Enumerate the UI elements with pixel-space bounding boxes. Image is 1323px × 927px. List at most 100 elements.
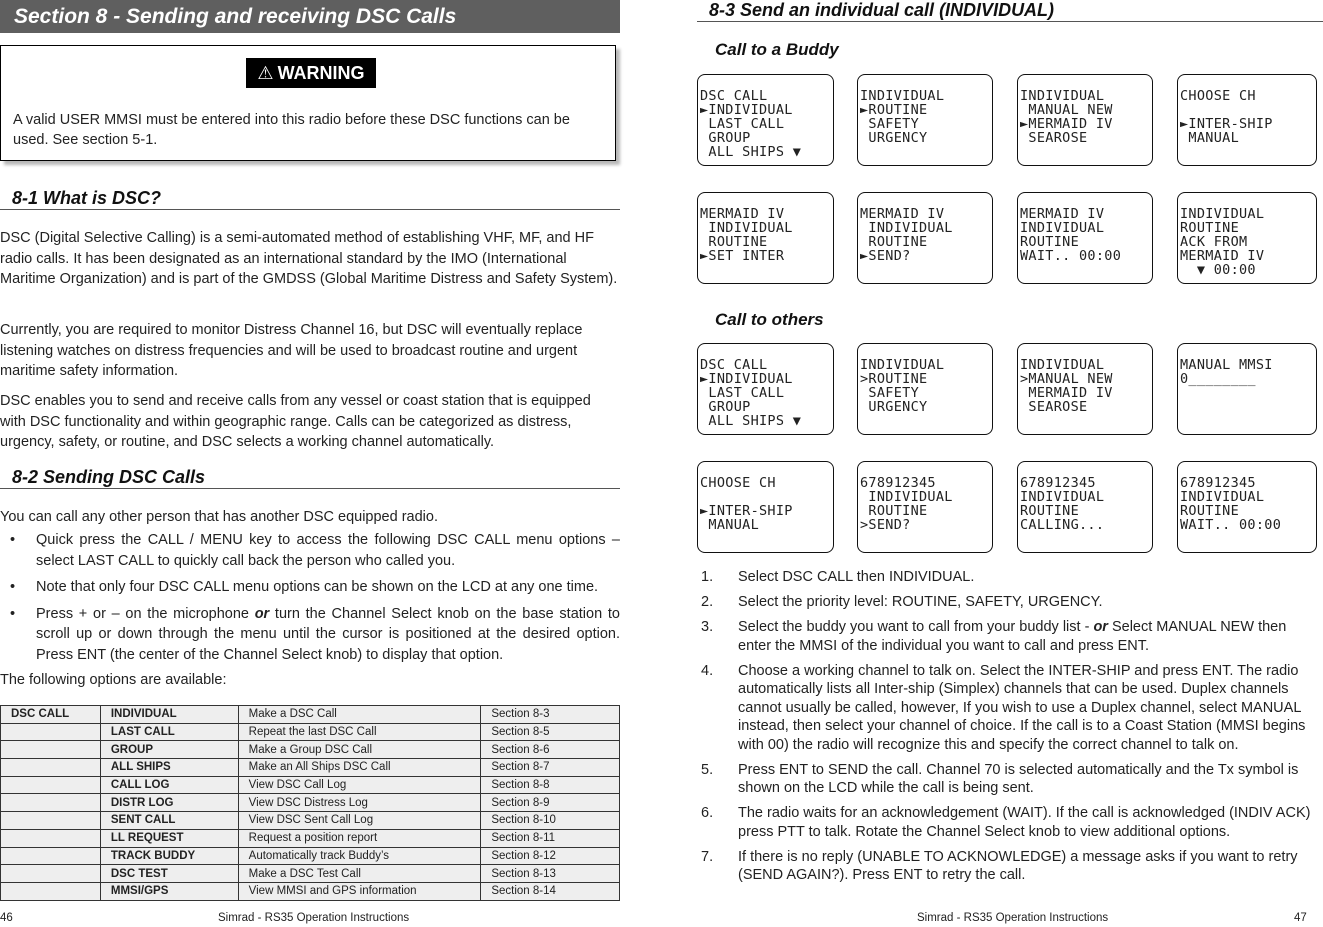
option-cell: DSC TEST xyxy=(99,864,239,883)
menu-cell xyxy=(0,864,101,883)
table-row: CALL LOG View DSC Call Log Section 8-8 xyxy=(0,775,620,795)
lcd-line: MERMAID IV xyxy=(1020,385,1113,401)
lcd-screen: MANUAL MMSI 0________ xyxy=(1177,343,1317,435)
warning-text: A valid USER MMSI must be entered into t… xyxy=(13,112,570,148)
bullet-list: • Quick press the CALL / MENU key to acce… xyxy=(0,530,620,671)
menu-cell xyxy=(0,811,101,830)
lcd-line: MANUAL MMSI xyxy=(1180,357,1273,373)
lcd-line: MANUAL xyxy=(1180,130,1239,146)
options-table: DSC CALL INDIVIDUAL Make a DSC Call Section… xyxy=(0,705,620,901)
lcd-line: 0________ xyxy=(1180,371,1256,387)
lcd-line: ACK FROM xyxy=(1180,234,1248,250)
description-cell: View DSC Sent Call Log xyxy=(237,811,482,830)
lcd-line: >SEND? xyxy=(860,517,911,533)
warning-label: WARNING xyxy=(277,63,365,83)
heading-8-3: 8-3 Send an individual call (INDIVIDUAL) xyxy=(697,0,1323,22)
bullet-item: • Quick press the CALL / MENU key to acce… xyxy=(10,532,620,569)
lcd-line: INDIVIDUAL xyxy=(1020,489,1105,505)
step-text: Select the priority level: ROUTINE, SAFE… xyxy=(738,594,1103,610)
lcd-screen: INDIVIDUAL >MANUAL NEW MERMAID IV SEAROSE xyxy=(1017,343,1153,435)
step-item: 4. Choose a working channel to talk on. S… xyxy=(697,662,1323,755)
lcd-line: MERMAID IV xyxy=(700,206,785,222)
step-number: 1. xyxy=(701,569,714,585)
lcd-screen: MERMAID IV INDIVIDUAL ROUTINE ►SET INTER xyxy=(697,192,834,284)
option-cell: SENT CALL xyxy=(99,811,239,830)
step-number: 6. xyxy=(701,805,714,821)
lcd-line: ►INDIVIDUAL xyxy=(700,102,793,118)
menu-cell xyxy=(0,775,101,795)
lcd-line: ROUTINE xyxy=(1020,503,1079,519)
lcd-line: 678912345 xyxy=(1180,475,1256,491)
page-number: 47 xyxy=(1294,912,1307,924)
option-cell: INDIVIDUAL xyxy=(99,705,239,724)
warning-badge: ⚠ WARNING xyxy=(246,58,376,88)
left-page: Section 8 - Sending and receiving DSC Ca… xyxy=(0,0,620,927)
step-number: 7. xyxy=(701,848,714,865)
paragraph: Currently, you are required to monitor D… xyxy=(0,322,583,379)
lcd-line: MERMAID IV xyxy=(1180,248,1265,264)
options-intro: The following options are available: xyxy=(0,672,227,688)
lcd-line: DSC CALL xyxy=(700,357,768,373)
lcd-screen: DSC CALL ►INDIVIDUAL LAST CALL GROUP ALL … xyxy=(697,74,834,166)
lcd-line: LAST CALL xyxy=(700,116,785,132)
lcd-line: INDIVIDUAL xyxy=(860,357,945,373)
lcd-line: ROUTINE xyxy=(1180,220,1239,236)
table-row: DSC TEST Make a DSC Test Call Section 8-13 xyxy=(0,864,620,883)
lcd-line: MANUAL xyxy=(700,517,759,533)
step-text-pre: Select the buddy you want to call from y… xyxy=(738,619,1094,635)
section-title: Section 8 - Sending and receiving DSC Ca… xyxy=(0,0,620,33)
lcd-screen: INDIVIDUAL >ROUTINE SAFETY URGENCY xyxy=(857,343,993,435)
heading-8-1: 8-1 What is DSC? xyxy=(0,187,620,210)
lcd-line: INDIVIDUAL xyxy=(860,489,953,505)
paragraph: DSC enables you to send and receive call… xyxy=(0,393,591,450)
option-cell: TRACK BUDDY xyxy=(99,846,239,866)
lcd-line: 678912345 xyxy=(860,475,936,491)
lcd-line: ROUTINE xyxy=(860,234,928,250)
call-to-others-heading: Call to others xyxy=(715,310,824,329)
sending-intro: You can call any other person that has a… xyxy=(0,509,438,525)
menu-cell: DSC CALL xyxy=(0,705,101,724)
lcd-line: >MANUAL NEW xyxy=(1020,371,1113,387)
description-cell: Make an All Ships DSC Call xyxy=(237,758,482,777)
lcd-line: INDIVIDUAL xyxy=(1020,220,1105,236)
table-row: DISTR LOG View DSC Distress Log Section 8-… xyxy=(0,793,620,813)
description-cell: View MMSI and GPS information xyxy=(237,881,482,901)
table-row: SENT CALL View DSC Sent Call Log Section 8… xyxy=(0,811,620,830)
section-ref-cell: Section 8-8 xyxy=(480,775,620,795)
lcd-screen: INDIVIDUAL MANUAL NEW ►MERMAID IV SEAROSE xyxy=(1017,74,1153,166)
lcd-line: URGENCY xyxy=(860,130,928,146)
section-ref-cell: Section 8-3 xyxy=(480,705,620,724)
menu-cell xyxy=(0,722,101,742)
menu-cell xyxy=(0,793,101,813)
description-cell: View DSC Distress Log xyxy=(237,793,482,813)
step-item: 3. Select the buddy you want to call from… xyxy=(697,618,1323,655)
lcd-line: INDIVIDUAL xyxy=(860,220,953,236)
step-text: Choose a working channel to talk on. Sel… xyxy=(738,662,1306,753)
option-cell: GROUP xyxy=(99,740,239,760)
lcd-line: INDIVIDUAL xyxy=(700,220,793,236)
lcd-line: INDIVIDUAL xyxy=(1180,489,1265,505)
lcd-line: ►INTER-SHIP xyxy=(1180,116,1273,132)
table-row: MMSI/GPS View MMSI and GPS information Sec… xyxy=(0,881,620,901)
step-text: The radio waits for an acknowledgement (… xyxy=(738,805,1311,840)
lcd-line: DSC CALL xyxy=(700,88,768,104)
step-number: 2. xyxy=(701,594,714,610)
menu-cell xyxy=(0,758,101,777)
lcd-screen: 678912345 INDIVIDUAL ROUTINE CALLING... xyxy=(1017,461,1153,553)
lcd-line: SEAROSE xyxy=(1020,399,1088,415)
step-text: Select DSC CALL then INDIVIDUAL. xyxy=(738,569,975,585)
menu-cell xyxy=(0,881,101,901)
paragraph: DSC (Digital Selective Calling) is a sem… xyxy=(0,230,618,287)
footer-title: Simrad - RS35 Operation Instructions xyxy=(218,912,410,924)
lcd-line: MERMAID IV xyxy=(1020,206,1105,222)
lcd-line: ►SET INTER xyxy=(700,248,785,264)
option-cell: LL REQUEST xyxy=(99,828,239,848)
lcd-line: SAFETY xyxy=(860,116,919,132)
description-cell: Repeat the last DSC Call xyxy=(237,722,482,742)
step-text: Press ENT to SEND the call. Channel 70 i… xyxy=(738,761,1299,797)
description-cell: View DSC Call Log xyxy=(237,775,482,795)
lcd-line: 678912345 xyxy=(1020,475,1096,491)
lcd-line xyxy=(1180,103,1316,117)
lcd-line: ROUTINE xyxy=(1180,503,1239,519)
lcd-screen: CHOOSE CH ►INTER-SHIP MANUAL xyxy=(697,461,834,553)
